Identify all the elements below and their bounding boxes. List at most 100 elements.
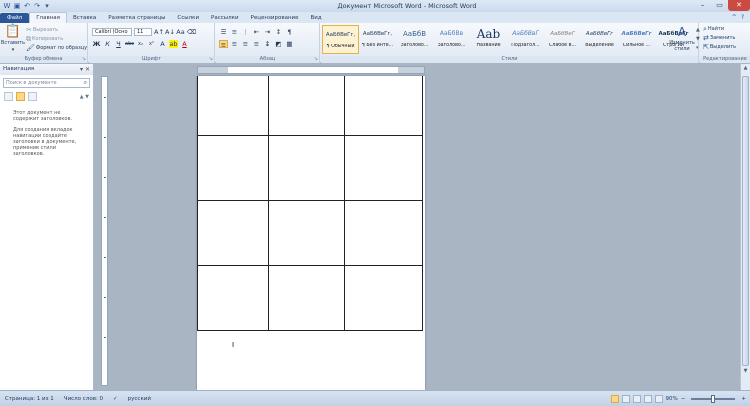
scroll-down-icon[interactable]: ▼ [741,368,750,374]
shading-icon[interactable]: ◩ [274,40,283,48]
tab-pages[interactable] [16,92,25,101]
cut-button[interactable]: ✂ Вырезать [26,26,58,34]
align-right-icon[interactable]: ≡ [241,40,250,48]
superscript-button[interactable]: x² [147,40,156,48]
outline-icon[interactable] [643,394,652,403]
subscript-button[interactable]: x₂ [136,40,145,48]
table-cell[interactable] [269,266,345,331]
increase-indent-icon[interactable]: ⇥ [263,28,272,36]
table-cell[interactable] [197,136,269,201]
close-icon[interactable]: ✕ [728,0,750,11]
tab-view[interactable]: Вид [305,13,328,23]
nav-arrows-icon[interactable]: ▲ ▼ [80,94,89,100]
align-left-icon[interactable]: ≡ [219,39,228,49]
tab-references[interactable]: Ссылки [171,13,205,23]
table-cell[interactable] [197,76,269,136]
search-icon[interactable]: ⌕ [84,79,87,87]
clear-formatting-icon[interactable]: ⌫ [187,28,196,36]
horizontal-ruler[interactable] [197,66,425,74]
justify-icon[interactable]: ≡ [252,40,261,48]
clipboard-dialog-launcher-icon[interactable]: ↘ [82,56,86,62]
change-styles-button[interactable]: A Изменить стили [666,25,698,52]
numbering-icon[interactable]: ≡ [230,28,239,36]
page-count[interactable]: Страница: 1 из 1 [0,396,59,402]
find-button[interactable]: ⌕ Найти [703,25,724,33]
table-cell[interactable] [345,201,423,266]
table-cell[interactable] [345,266,423,331]
maximize-icon[interactable]: ▭ [711,0,728,11]
highlight-icon[interactable]: ab [169,39,178,48]
close-pane-icon[interactable]: ▾ ✕ [80,64,90,75]
style-title[interactable]: Aab Название [470,25,507,54]
table-cell[interactable] [269,136,345,201]
style-emphasis[interactable]: АаБбВвГг Выделение [581,25,618,54]
style-heading-2[interactable]: АаБбВв Заголово... [433,25,470,54]
customize-icon[interactable]: ▾ [43,2,51,10]
font-dialog-launcher-icon[interactable]: ↘ [209,56,213,62]
document-page[interactable]: I [197,76,425,390]
table-cell[interactable] [345,76,423,136]
font-color-icon[interactable]: A [180,40,189,48]
redo-icon[interactable]: ↷ [33,2,41,10]
strikethrough-button[interactable]: abc [125,40,134,48]
navigation-search-input[interactable]: Поиск в документе ⌕ [3,78,90,88]
copy-button[interactable]: ⧉ Копировать [26,35,63,43]
tab-file[interactable]: Файл [0,13,30,23]
grow-font-icon[interactable]: A↑ [154,28,164,36]
style-heading-1[interactable]: АаБбВ Заголово... [396,25,433,54]
tab-page-layout[interactable]: Разметка страницы [102,13,171,23]
font-name-combo[interactable]: Calibri (Осно [92,27,132,36]
language-indicator[interactable]: русский [123,396,156,402]
italic-button[interactable]: К [103,40,112,48]
underline-button[interactable]: Ч [114,40,123,48]
show-marks-icon[interactable]: ¶ [285,28,294,36]
scroll-up-icon[interactable]: ▲ [741,65,750,71]
tab-headings[interactable] [4,92,13,101]
replace-button[interactable]: ⇄ Заменить [703,34,735,42]
print-layout-icon[interactable] [610,394,619,403]
spelling-icon[interactable]: ✓ [108,396,123,402]
bullets-icon[interactable]: ☰ [219,28,228,36]
table-cell[interactable] [269,76,345,136]
text-effects-icon[interactable]: A [158,40,167,48]
style-intense-emphasis[interactable]: АаБбВвГг Сильное ... [618,25,655,54]
vertical-ruler[interactable] [101,76,108,386]
sort-icon[interactable]: ↕ [274,28,283,36]
help-icon[interactable]: ? [741,13,744,23]
change-case-icon[interactable]: Aa [176,28,185,36]
style-subtle-emphasis[interactable]: АаБбВеГ Слабое в... [544,25,581,54]
style-normal[interactable]: АаБбВвГг, ¶ Обычный [322,25,359,54]
align-center-icon[interactable]: ≡ [230,40,239,48]
format-painter-button[interactable]: 🖌 Формат по образцу [26,44,87,52]
paragraph-dialog-launcher-icon[interactable]: ↘ [314,56,318,62]
document-table[interactable] [197,76,423,331]
line-spacing-icon[interactable]: ↨ [263,40,272,48]
zoom-slider-knob[interactable] [711,394,716,403]
borders-icon[interactable]: ▦ [285,40,294,48]
font-size-combo[interactable]: 11 [134,27,152,36]
word-logo-icon[interactable]: W [3,2,11,10]
bold-button[interactable]: Ж [92,40,101,48]
tab-insert[interactable]: Вставка [67,13,102,23]
save-icon[interactable]: ▣ [13,2,21,10]
zoom-slider[interactable] [691,394,736,403]
minimize-ribbon-icon[interactable]: ^ [732,13,737,23]
full-screen-reading-icon[interactable] [621,394,630,403]
shrink-font-icon[interactable]: A↓ [165,28,175,36]
tab-results[interactable] [28,92,37,101]
web-layout-icon[interactable] [632,394,641,403]
draft-icon[interactable] [654,394,663,403]
select-button[interactable]: ⇱ Выделить [703,43,736,51]
table-cell[interactable] [197,266,269,331]
style-subtitle[interactable]: АаБбВвГ Подзагол... [507,25,544,54]
style-no-spacing[interactable]: АаБбВвГг, ¶ Без инте... [359,25,396,54]
tab-mailings[interactable]: Рассылки [205,13,245,23]
multilevel-list-icon[interactable]: ⋮ [241,28,250,36]
table-cell[interactable] [197,201,269,266]
word-count[interactable]: Число слов: 0 [59,396,108,402]
decrease-indent-icon[interactable]: ⇤ [252,28,261,36]
table-cell[interactable] [269,201,345,266]
tab-review[interactable]: Рецензирование [245,13,305,23]
tab-home[interactable]: Главная [29,12,67,23]
undo-icon[interactable]: ↶ [23,2,31,10]
